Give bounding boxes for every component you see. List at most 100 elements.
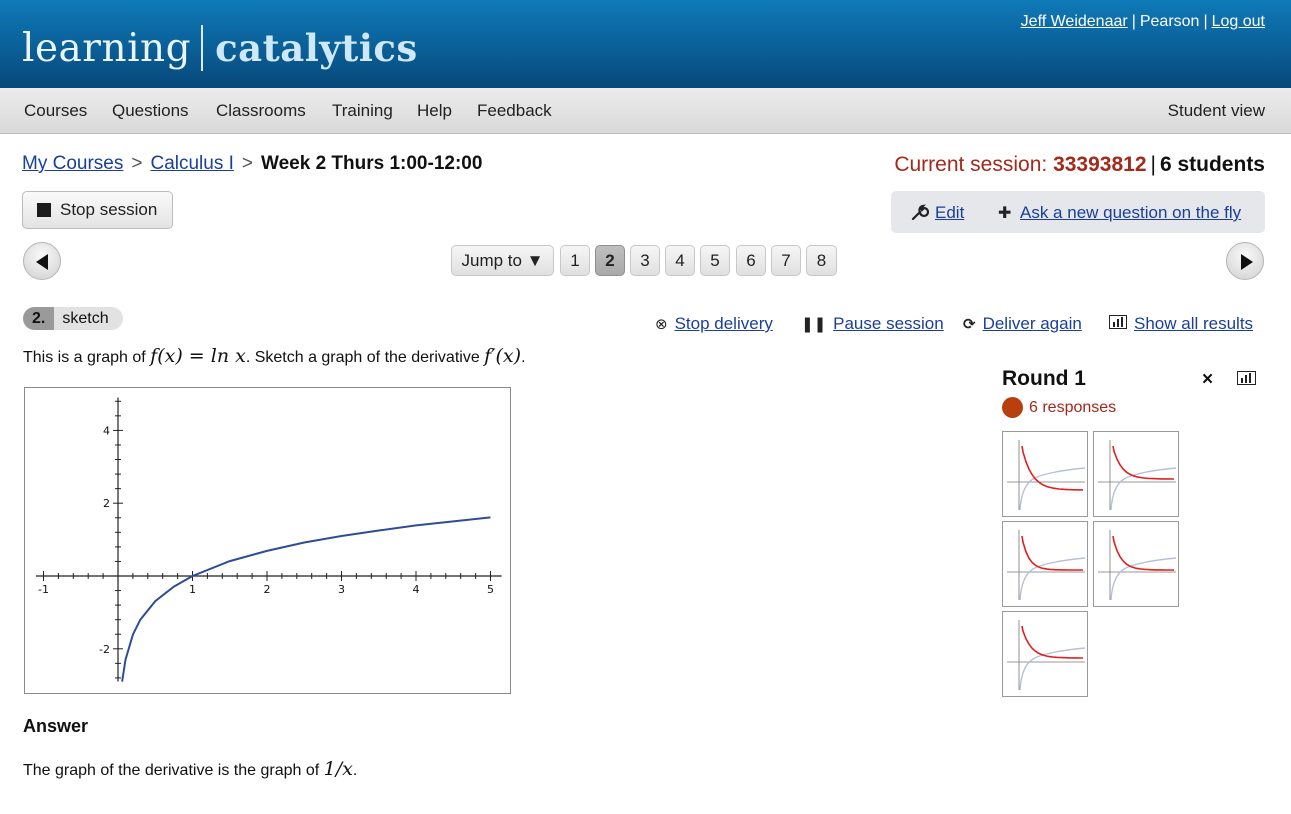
page-button-5[interactable]: 5 — [700, 245, 730, 276]
stop-delivery-action[interactable]: ⊗ Stop delivery — [655, 314, 773, 334]
response-thumbnail[interactable] — [1002, 611, 1088, 697]
page-button-6[interactable]: 6 — [736, 245, 766, 276]
plus-icon: ✚ — [998, 205, 1012, 222]
nav-item-courses[interactable]: Courses — [24, 101, 87, 121]
page-button-4[interactable]: 4 — [665, 245, 695, 276]
responses-count: 6 responses — [1002, 397, 1116, 418]
thumb-ln-curve — [1110, 557, 1177, 601]
question-prompt: This is a graph of f(x) = ln x. Sketch a… — [23, 345, 526, 367]
page-button-8[interactable]: 8 — [806, 245, 837, 276]
x-tick-label: 1 — [189, 583, 196, 596]
ask-new-question-link[interactable]: Ask a new question on the fly — [1020, 203, 1241, 223]
x-tick-label: -1 — [38, 583, 49, 596]
logo-divider — [201, 25, 204, 71]
deliver-again-link[interactable]: Deliver again — [983, 314, 1082, 333]
response-sketch — [1007, 620, 1086, 691]
pause-icon: ❚❚ — [801, 316, 827, 333]
stop-circle-icon: ⊗ — [655, 316, 668, 333]
stop-delivery-link[interactable]: Stop delivery — [675, 314, 773, 333]
page-button-1[interactable]: 1 — [560, 245, 590, 276]
nav-item-classrooms[interactable]: Classrooms — [216, 101, 306, 121]
logout-link[interactable]: Log out — [1212, 13, 1265, 30]
thumb-student-sketch — [1021, 445, 1083, 491]
student-view-link[interactable]: Student view — [1168, 101, 1265, 121]
deliver-again-action[interactable]: ⟳ Deliver again — [963, 314, 1082, 334]
ln-curve — [121, 516, 491, 682]
edit-link[interactable]: Edit — [935, 203, 964, 223]
math-function: f(x) = ln x — [150, 345, 246, 367]
stop-square-icon — [37, 203, 51, 217]
question-number: 2. — [23, 307, 55, 330]
session-number: 33393812 — [1053, 153, 1147, 176]
responses-label: 6 responses — [1029, 398, 1117, 416]
wrench-icon — [911, 203, 930, 226]
answer-math: 1/x — [323, 758, 353, 780]
logo-text-bold: catalytics — [215, 26, 418, 70]
answer-end: . — [352, 762, 358, 779]
response-sketch — [1098, 530, 1177, 601]
user-name-link[interactable]: Jeff Weidenaar — [1021, 13, 1128, 30]
stop-session-label: Stop session — [60, 200, 158, 219]
question-badge: 2. sketch — [23, 307, 123, 330]
response-thumbnail[interactable] — [1002, 521, 1088, 607]
close-icon[interactable]: × — [1202, 369, 1213, 391]
pause-session-action[interactable]: ❚❚ Pause session — [801, 314, 944, 334]
round-title: Round 1 — [1002, 367, 1086, 390]
page-button-7[interactable]: 7 — [771, 245, 801, 276]
breadcrumb-separator: > — [131, 153, 143, 174]
prompt-text: . — [521, 349, 526, 366]
response-sketch — [1007, 530, 1086, 601]
ln-graph-svg: -1 1 2 3 4 5 4 2 -2 — [36, 397, 502, 682]
thumb-ln-curve — [1110, 467, 1177, 511]
page-button-2[interactable]: 2 — [595, 245, 625, 276]
thumb-student-sketch — [1021, 535, 1083, 571]
previous-question-button[interactable] — [23, 242, 61, 280]
answer-body: The graph of the derivative is the graph… — [23, 762, 324, 779]
response-sketch — [1007, 440, 1086, 511]
thumb-ln-curve — [1019, 647, 1086, 691]
x-tick-label: 3 — [338, 583, 345, 596]
thumb-ln-curve — [1019, 557, 1086, 601]
show-all-results-link[interactable]: Show all results — [1134, 314, 1253, 333]
session-separator: | — [1150, 153, 1156, 176]
user-links-separator: | — [1203, 13, 1208, 30]
header-bar: learning catalytics Jeff Weidenaar | Pears… — [0, 0, 1291, 88]
thumb-student-sketch — [1112, 535, 1174, 571]
prompt-text: . Sketch a graph of the derivative — [245, 349, 485, 366]
logo-text-light: learning — [22, 25, 192, 71]
breadcrumb-my-courses[interactable]: My Courses — [22, 153, 123, 174]
bar-chart-icon — [1109, 315, 1127, 333]
jump-to-dropdown[interactable]: Jump to ▼ — [451, 245, 554, 276]
answer-heading: Answer — [23, 716, 89, 736]
response-thumbnail[interactable] — [1093, 521, 1179, 607]
breadcrumb-separator: > — [241, 153, 253, 174]
page-button-3[interactable]: 3 — [630, 245, 660, 276]
show-all-results-action[interactable]: Show all results — [1109, 314, 1253, 334]
y-tick-label: -2 — [99, 643, 110, 656]
stop-session-button[interactable]: Stop session — [22, 191, 173, 229]
nav-item-feedback[interactable]: Feedback — [477, 101, 552, 121]
breadcrumb-course[interactable]: Calculus I — [150, 153, 233, 174]
pause-session-link[interactable]: Pause session — [833, 314, 944, 333]
response-thumbnail[interactable] — [1093, 431, 1179, 517]
logo[interactable]: learning catalytics — [22, 22, 418, 74]
thumb-student-sketch — [1021, 625, 1083, 659]
arrow-left-icon — [36, 254, 48, 270]
session-info: Current session: 33393812 | 6 students — [894, 153, 1265, 177]
nav-item-help[interactable]: Help — [417, 101, 452, 121]
y-tick-label: 4 — [103, 424, 110, 437]
user-links-separator: | — [1131, 13, 1136, 30]
refresh-icon: ⟳ — [963, 316, 976, 333]
round-chart-icon[interactable] — [1237, 371, 1256, 390]
main-nav: Courses Questions Classrooms Training He… — [0, 88, 1291, 134]
nav-item-questions[interactable]: Questions — [112, 101, 189, 121]
x-tick-label: 2 — [264, 583, 271, 596]
user-links: Jeff Weidenaar | Pearson | Log out — [1021, 13, 1265, 31]
next-question-button[interactable] — [1226, 242, 1264, 280]
breadcrumb-current: Week 2 Thurs 1:00-12:00 — [261, 153, 483, 174]
edit-toolbar: Edit ✚ Ask a new question on the fly — [891, 191, 1265, 233]
question-type: sketch — [62, 309, 109, 327]
student-count: 6 students — [1159, 153, 1265, 176]
nav-item-training[interactable]: Training — [332, 101, 393, 121]
response-thumbnail[interactable] — [1002, 431, 1088, 517]
